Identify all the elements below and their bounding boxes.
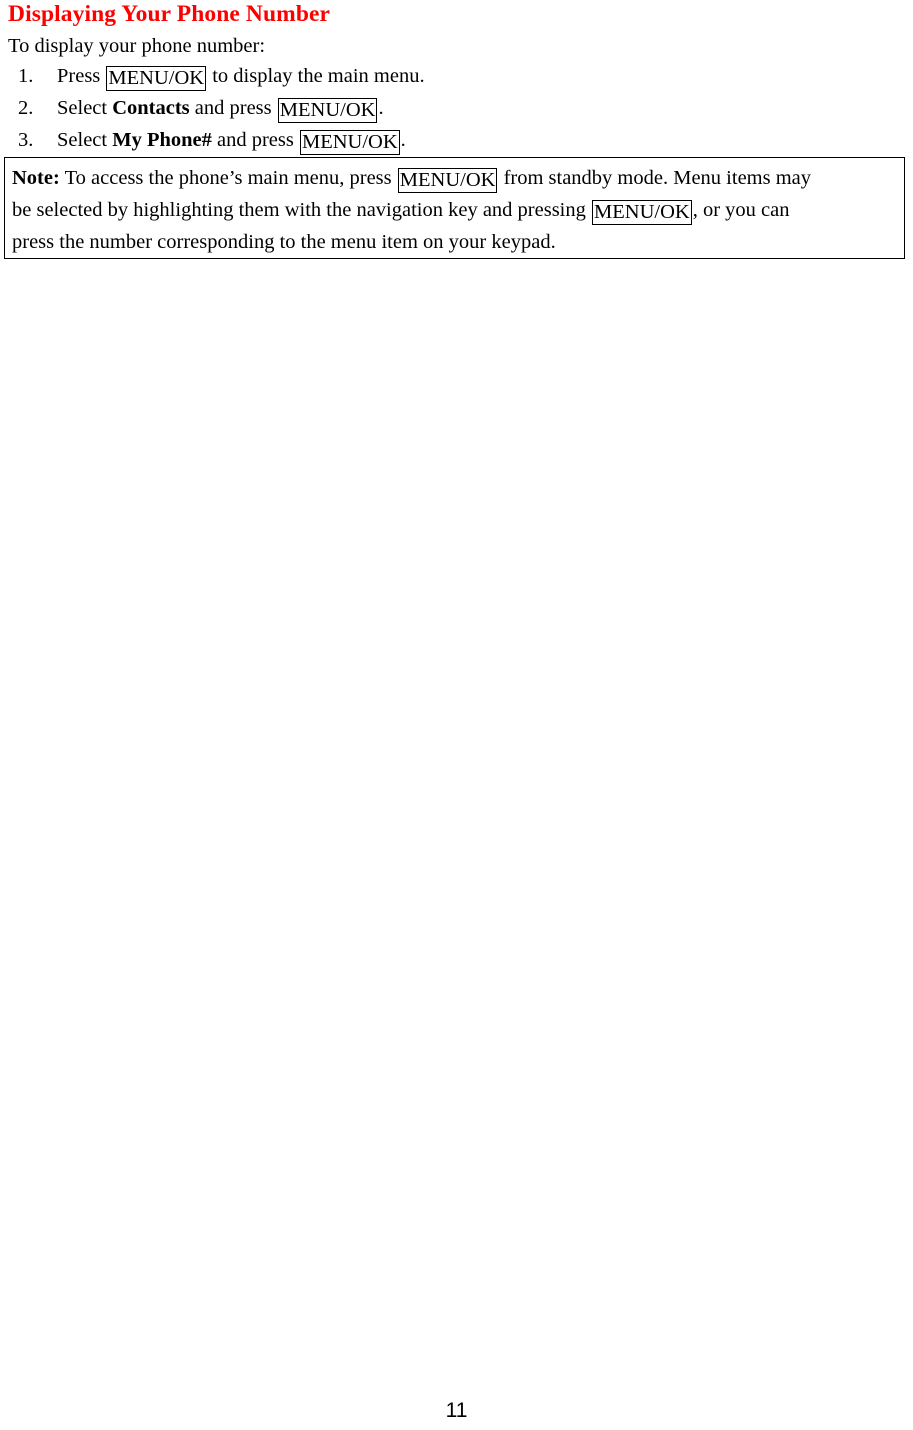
step-bold-term: Contacts bbox=[112, 97, 190, 119]
key-badge-menu-ok[interactable]: MENU/OK bbox=[106, 66, 207, 91]
step-text-post: to display the main menu. bbox=[212, 65, 425, 87]
page-number: 11 bbox=[445, 1399, 468, 1422]
key-badge-menu-ok[interactable]: MENU/OK bbox=[277, 98, 378, 123]
note-line-2-pre: be selected by highlighting them with th… bbox=[12, 199, 586, 221]
step-text-mid: and press bbox=[217, 129, 294, 151]
step-number: 2. bbox=[18, 97, 34, 119]
step-text-post: . bbox=[378, 97, 384, 119]
note-line-1: Note: To access the phone’s main menu, p… bbox=[12, 162, 897, 194]
note-line-2: be selected by highlighting them with th… bbox=[12, 194, 897, 226]
step-text: Select Contacts and press MENU/OK. bbox=[57, 93, 384, 123]
page-title: Displaying Your Phone Number bbox=[8, 1, 331, 27]
note-label: Note: bbox=[12, 167, 60, 189]
key-badge-menu-ok[interactable]: MENU/OK bbox=[592, 200, 692, 225]
step-text: Press MENU/OK to display the main menu. bbox=[57, 61, 425, 91]
note-line-1-post: from standby mode. Menu items may bbox=[503, 167, 812, 189]
list-item: 2. Select Contacts and press MENU/OK. bbox=[0, 93, 913, 125]
note-line-1-pre: To access the phone’s main menu, press bbox=[64, 167, 392, 189]
step-text: Select My Phone# and press MENU/OK. bbox=[57, 125, 406, 155]
step-bold-term: My Phone# bbox=[112, 129, 212, 151]
step-number: 3. bbox=[18, 129, 34, 151]
step-text-post: . bbox=[400, 129, 406, 151]
step-text-mid: and press bbox=[194, 97, 272, 119]
key-badge-menu-ok[interactable]: MENU/OK bbox=[397, 168, 498, 193]
manual-page: Displaying Your Phone Number To display … bbox=[0, 0, 913, 1430]
list-item: 3. Select My Phone# and press MENU/OK. bbox=[0, 125, 913, 157]
step-text-pre: Press bbox=[57, 65, 101, 87]
note-line-2-post: , or you can bbox=[692, 199, 790, 221]
list-item: 1. Press MENU/OK to display the main men… bbox=[0, 61, 913, 93]
intro-text: To display your phone number: bbox=[8, 35, 266, 57]
step-number: 1. bbox=[18, 65, 34, 87]
note-callout-box: Note: To access the phone’s main menu, p… bbox=[4, 157, 905, 259]
step-text-pre: Select bbox=[57, 129, 108, 151]
note-line-3: press the number corresponding to the me… bbox=[12, 231, 556, 253]
step-text-pre: Select bbox=[57, 97, 108, 119]
numbered-steps-list: 1. Press MENU/OK to display the main men… bbox=[0, 61, 913, 157]
key-badge-menu-ok[interactable]: MENU/OK bbox=[299, 130, 400, 155]
